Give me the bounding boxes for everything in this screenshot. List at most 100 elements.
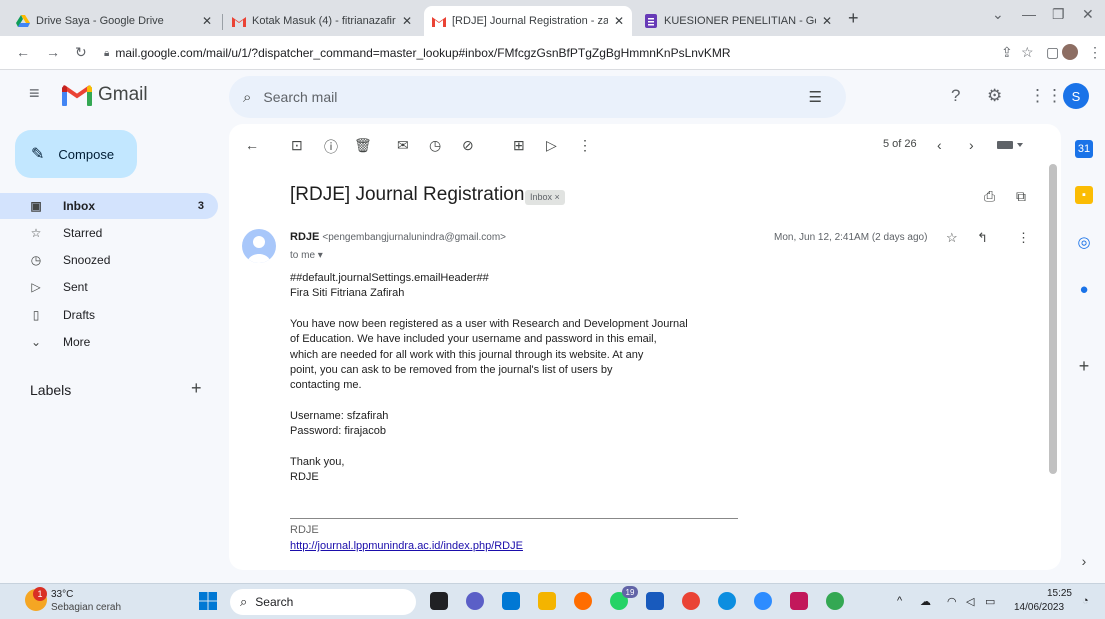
wifi-icon[interactable]: ◠ <box>947 595 957 608</box>
tray-date[interactable]: 14/06/2023 <box>1014 602 1064 613</box>
mark-unread-icon[interactable]: ✉ <box>397 137 409 154</box>
close-tab-icon[interactable]: ✕ <box>822 14 832 28</box>
message-panel: ← ⊡ ⓘ 🗑︎ ✉ ◷ ⊘ ⊞ ▷ ⋮ 5 of 26 ‹ › [RDJE] … <box>229 124 1061 570</box>
delete-icon[interactable]: 🗑︎ <box>354 137 372 154</box>
older-chevron-icon[interactable]: › <box>969 137 974 153</box>
close-window-icon[interactable]: ✕ <box>1082 6 1094 23</box>
sidebar-item-drafts[interactable]: ▯ Drafts <box>0 302 218 328</box>
settings-gear-icon[interactable]: ⚙ <box>987 86 1002 106</box>
expand-panel-chevron-icon[interactable]: › <box>1075 552 1093 570</box>
file-explorer-icon[interactable] <box>538 592 556 610</box>
close-tab-icon[interactable]: ✕ <box>402 14 412 28</box>
sender-name[interactable]: RDJE <box>290 231 319 243</box>
tab-search-icon[interactable]: ⌄ <box>992 6 1004 23</box>
contacts-icon[interactable]: ● <box>1075 280 1093 298</box>
tab-journal-registration[interactable]: [RDJE] Journal Registration - zafi ✕ <box>424 6 632 36</box>
sidebar-item-inbox[interactable]: ▣ Inbox 3 <box>0 193 218 219</box>
search-options-icon[interactable]: ☰ <box>809 88 822 106</box>
meet-icon[interactable] <box>466 592 484 610</box>
input-tools-icon[interactable] <box>997 140 1023 150</box>
search-input[interactable]: Search mail <box>263 89 337 105</box>
gmail-icon <box>232 14 246 28</box>
add-task-icon[interactable]: ⊘ <box>462 137 474 154</box>
tab-title: Kotak Masuk (4) - fitrianazafira@ <box>252 15 396 27</box>
reload-icon[interactable]: ↻ <box>75 44 87 61</box>
restore-icon[interactable]: ❐ <box>1052 6 1065 23</box>
gmail-logo-icon[interactable] <box>62 84 92 106</box>
calendar-icon[interactable]: 31 <box>1075 140 1093 158</box>
edge-icon[interactable] <box>718 592 736 610</box>
help-icon[interactable]: ? <box>951 86 960 106</box>
tab-google-drive[interactable]: Drive Saya - Google Drive ✕ <box>8 6 220 36</box>
notification-bell-icon[interactable]: ◔ <box>1082 595 1089 607</box>
more-actions-icon[interactable]: ⋮ <box>578 137 592 154</box>
print-icon[interactable]: ⎙ <box>984 188 995 205</box>
task-view-icon[interactable] <box>430 592 448 610</box>
firefox-icon[interactable] <box>574 592 592 610</box>
chrome-icon[interactable] <box>682 592 700 610</box>
close-tab-icon[interactable]: ✕ <box>614 14 624 28</box>
newer-chevron-icon[interactable]: ‹ <box>937 137 942 153</box>
tasks-icon[interactable]: ◎ <box>1075 233 1093 251</box>
tray-time[interactable]: 15:25 <box>1040 588 1072 599</box>
move-to-icon[interactable]: ⊞ <box>513 137 525 154</box>
minimize-icon[interactable]: — <box>1022 6 1036 22</box>
powerpoint-icon[interactable] <box>790 592 808 610</box>
sidebar-item-snoozed[interactable]: ◷ Snoozed <box>0 247 218 273</box>
address-bar[interactable]: 🔒︎ mail.google.com/mail/u/1/?dispatcher_… <box>104 40 984 66</box>
search-icon[interactable]: ⌕ <box>243 89 251 106</box>
sidebar-item-more[interactable]: ⌄ More <box>0 329 218 355</box>
message-more-icon[interactable]: ⋮ <box>1017 230 1030 246</box>
forward-arrow-icon[interactable]: → <box>46 44 60 60</box>
unread-count: 3 <box>197 200 204 212</box>
account-avatar[interactable]: S <box>1063 83 1089 109</box>
keep-icon[interactable]: ▪ <box>1075 186 1093 204</box>
battery-icon[interactable]: ▭ <box>985 595 995 608</box>
inbox-label-chip[interactable]: Inbox × <box>525 190 565 205</box>
new-tab-button[interactable]: + <box>848 8 859 29</box>
browser-toolbar: ← → ↻ 🔒︎ mail.google.com/mail/u/1/?dispa… <box>0 36 1105 70</box>
signature-link[interactable]: http://journal.lppmunindra.ac.id/index.p… <box>290 540 523 552</box>
weather-description: Sebagian cerah <box>51 602 122 613</box>
browser-menu-icon[interactable]: ⋮ <box>1088 44 1102 61</box>
add-label-button[interactable]: + <box>191 378 202 399</box>
tab-gmail-inbox[interactable]: Kotak Masuk (4) - fitrianazafira@ ✕ <box>224 6 420 36</box>
side-panel-icon[interactable]: ▢ <box>1046 44 1059 61</box>
label-icon[interactable]: ▷ <box>546 137 557 154</box>
profile-avatar[interactable] <box>1062 44 1078 60</box>
tray-cloud-icon[interactable]: ☁ <box>920 595 931 608</box>
share-icon[interactable]: ⇪ <box>1001 44 1013 61</box>
tab-kuesioner[interactable]: KUESIONER PENELITIAN - Googl ✕ <box>636 6 840 36</box>
close-tab-icon[interactable]: ✕ <box>202 14 212 28</box>
recipient-dropdown[interactable]: to me ▾ <box>290 250 323 261</box>
report-spam-icon[interactable]: ⓘ <box>324 137 338 157</box>
volume-icon[interactable]: ◁ <box>966 595 974 608</box>
sidebar-item-sent[interactable]: ▷ Sent <box>0 274 218 300</box>
word-icon[interactable] <box>646 592 664 610</box>
reply-icon[interactable]: ↰ <box>977 230 988 246</box>
taskbar-search[interactable]: ⌕ Search <box>230 589 416 615</box>
sender-line: RDJE <pengembangjurnalunindra@gmail.com> <box>290 231 506 243</box>
sidebar-item-starred[interactable]: ☆ Starred <box>0 220 218 246</box>
search-bar[interactable]: ⌕ Search mail ☰ <box>229 76 846 118</box>
tab-title: Drive Saya - Google Drive <box>36 15 164 27</box>
windows-start-icon[interactable] <box>199 592 217 610</box>
store-icon[interactable] <box>502 592 520 610</box>
snooze-icon[interactable]: ◷ <box>429 137 441 154</box>
zoom-icon[interactable] <box>754 592 772 610</box>
archive-icon[interactable]: ⊡ <box>291 137 303 154</box>
google-drive-icon <box>16 14 30 28</box>
bookmark-star-icon[interactable]: ☆ <box>1021 44 1034 61</box>
compose-button[interactable]: ✎ Compose <box>15 130 137 178</box>
tray-chevron-up-icon[interactable]: ^ <box>897 595 902 607</box>
open-new-window-icon[interactable]: ⧉ <box>1016 188 1026 205</box>
back-arrow-icon[interactable]: ← <box>16 44 30 60</box>
scrollbar-thumb[interactable] <box>1049 164 1057 474</box>
main-menu-icon[interactable]: ≡ <box>29 83 40 104</box>
star-icon[interactable]: ☆ <box>946 230 958 246</box>
tab-title: [RDJE] Journal Registration - zafi <box>452 15 608 27</box>
chrome-profile-icon[interactable] <box>826 592 844 610</box>
url-text: mail.google.com/mail/u/1/?dispatcher_com… <box>115 46 731 60</box>
get-addons-icon[interactable]: + <box>1075 356 1093 376</box>
back-to-inbox-icon[interactable]: ← <box>245 137 259 153</box>
